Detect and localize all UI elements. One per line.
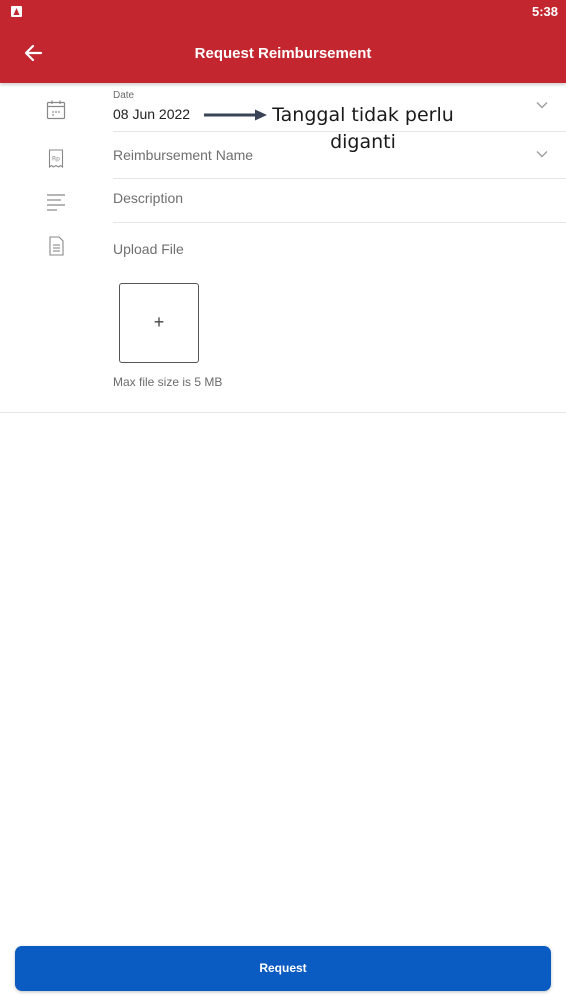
calendar-icon [46, 100, 66, 120]
receipt-rp-icon: Rp [48, 149, 64, 169]
reimbursement-name-field[interactable]: Reimbursement Name [113, 147, 253, 163]
page-title: Request Reimbursement [194, 45, 372, 62]
annotation-line-2: diganti [330, 131, 396, 153]
plus-icon: + [153, 312, 165, 332]
chevron-down-icon[interactable] [535, 100, 549, 110]
app-bar: 5:38 Request Reimbursement [0, 0, 566, 83]
file-size-hint: Max file size is 5 MB [113, 375, 223, 389]
lines-icon [47, 194, 65, 211]
chevron-down-icon[interactable] [535, 149, 549, 159]
request-button[interactable]: Request [15, 946, 551, 991]
upload-file-label: Upload File [113, 241, 184, 257]
annotation-text: Tanggal tidak perlu diganti [268, 102, 458, 156]
app-notification-icon [11, 6, 22, 17]
annotation-line-1: Tanggal tidak perlu [272, 104, 454, 126]
divider [113, 178, 566, 179]
date-value[interactable]: 08 Jun 2022 [113, 106, 190, 122]
document-icon [49, 236, 64, 256]
add-file-button[interactable]: + [119, 283, 199, 363]
divider [0, 412, 566, 413]
annotation-arrow-icon [204, 109, 267, 121]
status-time: 5:38 [531, 4, 558, 19]
description-field[interactable]: Description [113, 190, 183, 206]
svg-text:Rp: Rp [52, 156, 60, 163]
divider [113, 222, 566, 223]
date-label: Date [113, 90, 135, 101]
